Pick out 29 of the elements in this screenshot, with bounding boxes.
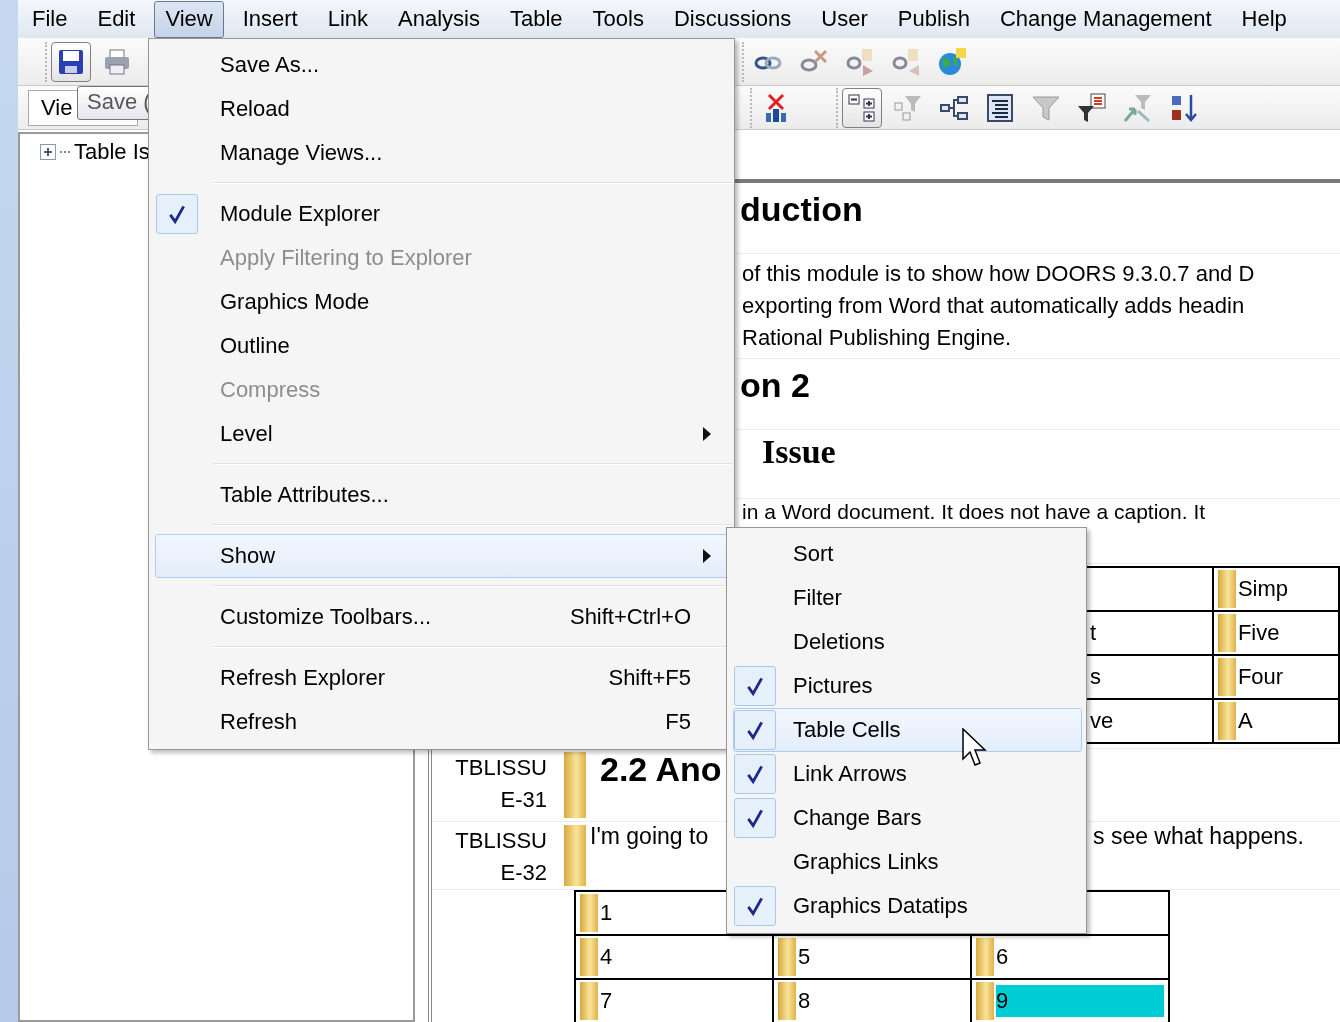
table-cell: 6 <box>996 944 1009 970</box>
table-cell: s <box>1090 664 1101 690</box>
table-cell: ve <box>1090 708 1114 734</box>
heading: 2.2 Ano <box>600 749 722 789</box>
object-id: TBLISSUE-32 <box>454 827 547 887</box>
table-cell: 1 <box>600 900 613 926</box>
heading: Issue <box>762 432 836 472</box>
table-cell: 5 <box>798 944 811 970</box>
paragraph-text: I'm going to <box>590 823 709 849</box>
table-cell: t <box>1090 620 1097 646</box>
shortcut-text: Shift+F5 <box>608 665 691 691</box>
table-cell: 4 <box>600 944 613 970</box>
table-cell: 7 <box>600 988 613 1014</box>
text-line: in a Word document. It does not have a caption. It <box>742 500 1206 523</box>
text-line: Rational Publishing Engine. <box>742 325 1012 350</box>
table-cell: 8 <box>798 988 811 1014</box>
shortcut-text: F5 <box>665 709 691 735</box>
shortcut-text: Shift+Ctrl+O <box>569 604 691 630</box>
table-cell: A <box>1237 708 1253 734</box>
table-cell: Five <box>1237 620 1280 646</box>
table-cell: Simp <box>1237 576 1288 602</box>
object-id: TBLISSUE-31 <box>454 754 547 814</box>
heading: on 2 <box>740 365 810 405</box>
heading: duction <box>740 189 863 229</box>
text-line: exporting from Word that automatically adds headin <box>742 293 1245 318</box>
highlighted-cell: 9 <box>996 985 1164 1017</box>
paragraph-text: s see what happens. <box>1093 823 1304 851</box>
text-line: of this module is to show how DOORS 9.3.0.7 and D <box>742 261 1255 286</box>
table-cell: Four <box>1237 664 1284 690</box>
